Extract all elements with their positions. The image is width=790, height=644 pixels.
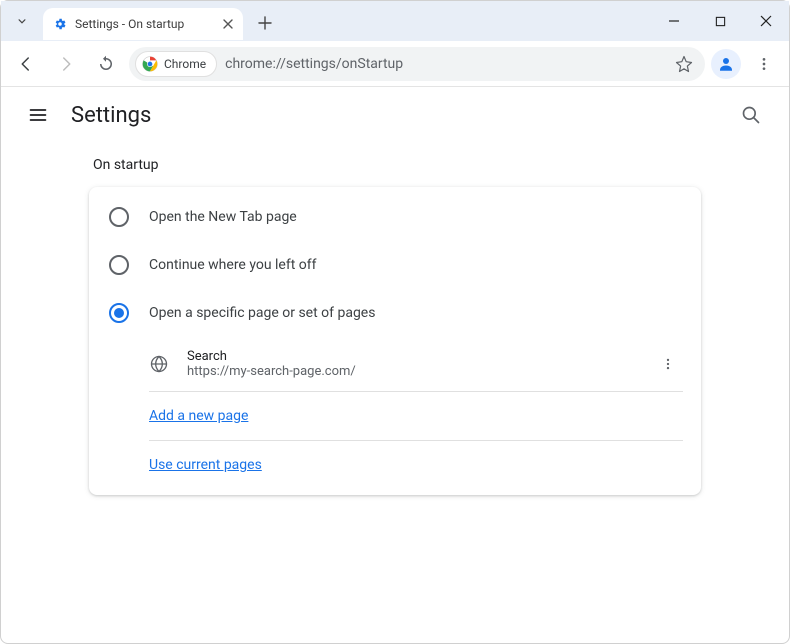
gear-icon (53, 17, 67, 31)
menu-icon[interactable] (21, 98, 55, 132)
startup-pages-area: Search https://my-search-page.com/ Add a… (149, 337, 683, 489)
address-bar[interactable]: Chrome chrome://settings/onStartup (129, 47, 705, 81)
browser-tab[interactable]: Settings - On startup (43, 8, 243, 40)
radio-option-specific-pages[interactable]: Open a specific page or set of pages (89, 289, 701, 337)
window-controls (651, 1, 789, 41)
startup-page-url: https://my-search-page.com/ (187, 364, 635, 379)
window-titlebar: Settings - On startup (1, 1, 789, 41)
new-tab-button[interactable] (251, 9, 279, 37)
bookmark-button[interactable] (669, 55, 699, 73)
startup-page-row: Search https://my-search-page.com/ (149, 337, 683, 391)
browser-menu-button[interactable] (747, 47, 781, 81)
close-window-button[interactable] (743, 1, 789, 41)
url-text: chrome://settings/onStartup (225, 56, 661, 72)
tab-title: Settings - On startup (75, 17, 215, 31)
browser-toolbar: Chrome chrome://settings/onStartup (1, 41, 789, 87)
settings-header: Settings (1, 87, 789, 143)
maximize-button[interactable] (697, 1, 743, 41)
settings-content: On startup Open the New Tab page Continu… (1, 143, 789, 495)
forward-button[interactable] (49, 47, 83, 81)
globe-icon (149, 354, 169, 374)
minimize-button[interactable] (651, 1, 697, 41)
use-current-row: Use current pages (149, 441, 683, 489)
startup-card: Open the New Tab page Continue where you… (89, 187, 701, 495)
radio-icon (109, 255, 129, 275)
radio-label: Continue where you left off (149, 257, 317, 273)
reload-button[interactable] (89, 47, 123, 81)
site-chip[interactable]: Chrome (135, 51, 217, 77)
section-title: On startup (93, 157, 701, 173)
profile-button[interactable] (711, 49, 741, 79)
radio-icon (109, 303, 129, 323)
close-icon[interactable] (223, 19, 233, 29)
add-page-row: Add a new page (149, 392, 683, 440)
radio-label: Open a specific page or set of pages (149, 305, 375, 321)
page-row-menu-button[interactable] (653, 353, 683, 375)
startup-page-name: Search (187, 349, 635, 364)
back-button[interactable] (9, 47, 43, 81)
tab-search-button[interactable] (9, 8, 35, 34)
site-chip-label: Chrome (164, 57, 206, 71)
radio-option-new-tab[interactable]: Open the New Tab page (89, 193, 701, 241)
page-title: Settings (71, 103, 151, 128)
chrome-icon (142, 56, 158, 72)
radio-icon (109, 207, 129, 227)
radio-option-continue[interactable]: Continue where you left off (89, 241, 701, 289)
add-page-link[interactable]: Add a new page (149, 408, 248, 424)
search-button[interactable] (733, 97, 769, 133)
radio-label: Open the New Tab page (149, 209, 297, 225)
use-current-link[interactable]: Use current pages (149, 457, 262, 473)
